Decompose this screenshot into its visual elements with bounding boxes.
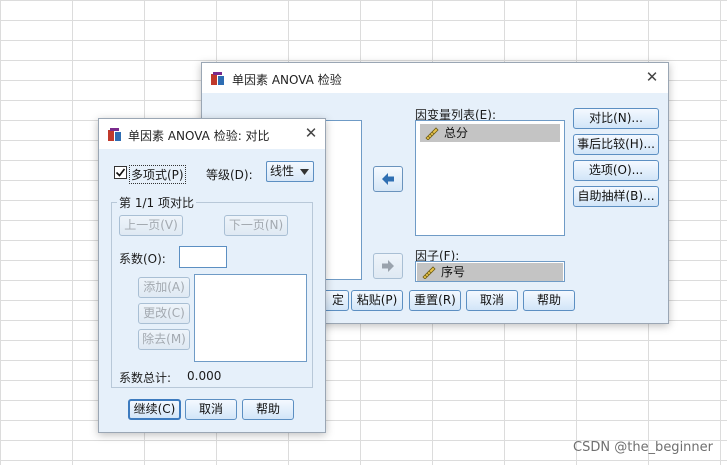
degree-label: 等级(D):	[206, 168, 253, 182]
spss-app-icon	[108, 128, 121, 141]
post-hoc-button[interactable]: 事后比较(H)...	[573, 134, 659, 155]
factor-var-item[interactable]: 序号	[417, 263, 563, 281]
spss-app-icon	[211, 72, 224, 85]
contrasts-button[interactable]: 对比(N)...	[573, 108, 659, 129]
scale-variable-icon	[422, 266, 436, 279]
contrasts-close-icon[interactable]: ✕	[301, 123, 321, 143]
contrasts-cancel-button[interactable]: 取消	[185, 399, 237, 420]
factor-var-name: 序号	[441, 265, 466, 279]
main-titlebar[interactable]: 单因素 ANOVA 检验 ✕	[202, 63, 668, 93]
coefficient-total-label: 系数总计:	[119, 371, 172, 385]
remove-button[interactable]: 除去(M)	[138, 329, 190, 350]
coefficients-label: 系数(O):	[119, 252, 166, 266]
checkmark-icon	[115, 168, 126, 177]
scale-variable-icon	[425, 127, 439, 140]
degree-value: 线性	[270, 164, 295, 178]
watermark-text: CSDN @the_beginner	[573, 440, 713, 455]
coefficients-input[interactable]	[179, 246, 227, 268]
help-button[interactable]: 帮助	[523, 290, 575, 311]
bootstrap-button[interactable]: 自助抽样(B)...	[573, 186, 659, 207]
dependent-var-item[interactable]: 总分	[420, 124, 560, 142]
main-dialog-title: 单因素 ANOVA 检验	[232, 73, 342, 87]
previous-button[interactable]: 上一页(V)	[119, 215, 183, 236]
polynomial-checkbox[interactable]	[114, 166, 127, 179]
coefficients-list[interactable]	[194, 274, 307, 362]
change-button[interactable]: 更改(C)	[138, 303, 190, 324]
cancel-button[interactable]: 取消	[466, 290, 518, 311]
ok-button-label: 定	[331, 293, 344, 307]
main-close-icon[interactable]: ✕	[642, 67, 662, 87]
reset-button[interactable]: 重置(R)	[409, 290, 461, 311]
move-to-factor-button[interactable]	[373, 253, 403, 279]
contrasts-dialog: 单因素 ANOVA 检验: 对比 ✕ 多项式(P) 等级(D): 线性 第 1/…	[98, 118, 326, 433]
factor-field[interactable]: 序号	[415, 261, 565, 282]
continue-button[interactable]: 继续(C)	[128, 399, 181, 420]
next-button[interactable]: 下一页(N)	[224, 215, 288, 236]
dropdown-arrow-icon	[300, 169, 309, 175]
paste-button[interactable]: 粘贴(P)	[351, 290, 403, 311]
coefficient-total-value: 0.000	[187, 369, 222, 383]
contrasts-help-button[interactable]: 帮助	[242, 399, 294, 420]
arrow-right-icon	[382, 260, 394, 272]
polynomial-label[interactable]: 多项式(P)	[129, 165, 186, 184]
contrast-group-title: 第 1/1 项对比	[117, 194, 196, 211]
dependent-var-name: 总分	[444, 126, 469, 140]
contrasts-dialog-title: 单因素 ANOVA 检验: 对比	[128, 129, 270, 143]
arrow-left-icon	[382, 173, 394, 185]
add-button[interactable]: 添加(A)	[138, 277, 190, 298]
options-button[interactable]: 选项(O)...	[573, 160, 659, 181]
move-to-dependent-button[interactable]	[373, 166, 403, 192]
contrasts-titlebar[interactable]: 单因素 ANOVA 检验: 对比 ✕	[99, 119, 325, 149]
degree-select[interactable]: 线性	[266, 161, 314, 182]
dependent-list[interactable]: 总分	[415, 120, 565, 236]
